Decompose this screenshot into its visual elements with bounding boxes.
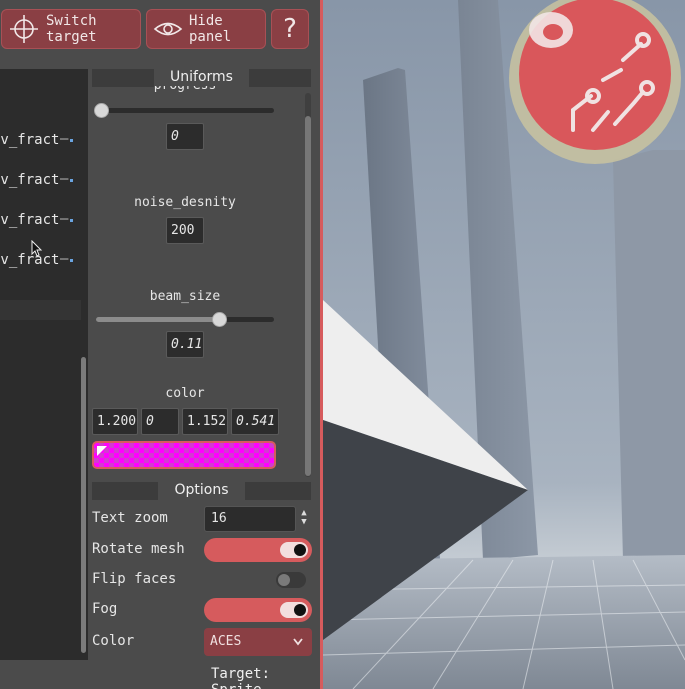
color-mode-select[interactable]: ACES (204, 628, 312, 656)
node-connector: – (60, 171, 69, 187)
beam-size-slider-fill (96, 317, 219, 322)
graph-hover-row (0, 300, 81, 320)
color-b-field[interactable]: 1.152 (182, 408, 228, 435)
uniforms-header-bar-right (249, 69, 311, 87)
node-label: uv_fract (0, 212, 60, 228)
beam-size-slider[interactable] (96, 317, 274, 322)
flip-faces-label: Flip faces (92, 571, 177, 587)
options-header-bar-left (92, 482, 158, 500)
node-graph[interactable]: uv_fract – uv_fract – uv_fract – uv_frac… (0, 69, 88, 660)
chevron-down-icon (293, 638, 303, 646)
3d-viewport[interactable] (323, 0, 685, 689)
rotate-mesh-label: Rotate mesh (92, 541, 185, 557)
hide-panel-button[interactable]: Hide panel (146, 9, 266, 49)
options-title: Options (174, 482, 229, 498)
help-label: ? (283, 14, 297, 44)
node-port[interactable] (70, 179, 73, 182)
graph-node-row[interactable]: uv_fract – (0, 130, 81, 150)
node-label: uv_fract (0, 132, 60, 148)
beam-size-label: beam_size (149, 289, 221, 304)
beam-size-slider-knob[interactable] (211, 312, 227, 327)
scene-render (323, 0, 685, 689)
fog-label: Fog (92, 601, 118, 617)
text-zoom-input[interactable]: 16 (204, 506, 296, 532)
graph-node-row[interactable]: uv_fract – (0, 170, 81, 190)
color-mode-label: Color (92, 633, 135, 649)
progress-slider-knob[interactable] (94, 103, 109, 118)
node-port[interactable] (70, 219, 73, 222)
crosshair-icon (10, 15, 38, 43)
graph-scrollbar[interactable] (81, 357, 86, 653)
noise-density-label: noise_desnity (134, 195, 236, 210)
color-swatch[interactable] (92, 441, 276, 469)
node-connector: – (60, 211, 69, 227)
mouse-cursor-icon (31, 240, 43, 257)
node-port[interactable] (70, 139, 73, 142)
noise-density-value-field[interactable]: 200 (166, 217, 204, 244)
progress-label-clip: progress (92, 86, 302, 93)
uniforms-header-bar-left (92, 69, 154, 87)
text-zoom-stepper[interactable]: ▲ ▼ (298, 509, 310, 529)
side-panel: Switch target Hide panel ? uv_fract – uv… (0, 0, 320, 689)
node-label: uv_fract (0, 172, 60, 188)
help-button[interactable]: ? (271, 9, 309, 49)
text-zoom-label: Text zoom (92, 510, 168, 526)
uniforms-scrollbar[interactable] (305, 116, 311, 476)
node-port[interactable] (70, 259, 73, 262)
color-a-field[interactable]: 0.541 (231, 408, 279, 435)
beam-size-value-field[interactable]: 0.11 (166, 331, 204, 358)
color-r-field[interactable]: 1.200 (92, 408, 138, 435)
flip-faces-toggle[interactable] (276, 572, 306, 588)
node-connector: – (60, 131, 69, 147)
rotate-mesh-toggle[interactable] (204, 538, 312, 562)
node-label: uv_fract (0, 252, 60, 268)
color-label: color (165, 386, 205, 401)
fog-toggle[interactable] (204, 598, 312, 622)
switch-target-label: Switch target (46, 13, 97, 45)
color-mode-value: ACES (210, 634, 242, 649)
progress-value-field[interactable]: 0 (166, 123, 204, 150)
uniforms-title: Uniforms (170, 69, 233, 85)
options-header-bar-right (245, 482, 311, 500)
color-g-field[interactable]: 0 (141, 408, 179, 435)
node-connector: – (60, 251, 69, 267)
color-swatch-corner (97, 446, 107, 456)
graph-node-row[interactable]: uv_fract – (0, 210, 81, 230)
switch-target-button[interactable]: Switch target (1, 9, 141, 49)
progress-label: progress (92, 86, 278, 93)
progress-slider[interactable] (96, 108, 274, 113)
logo-sphere (509, 0, 681, 164)
target-status: Target: Sprite (211, 666, 271, 689)
eye-icon (153, 22, 183, 36)
hide-panel-label: Hide panel (189, 13, 232, 45)
